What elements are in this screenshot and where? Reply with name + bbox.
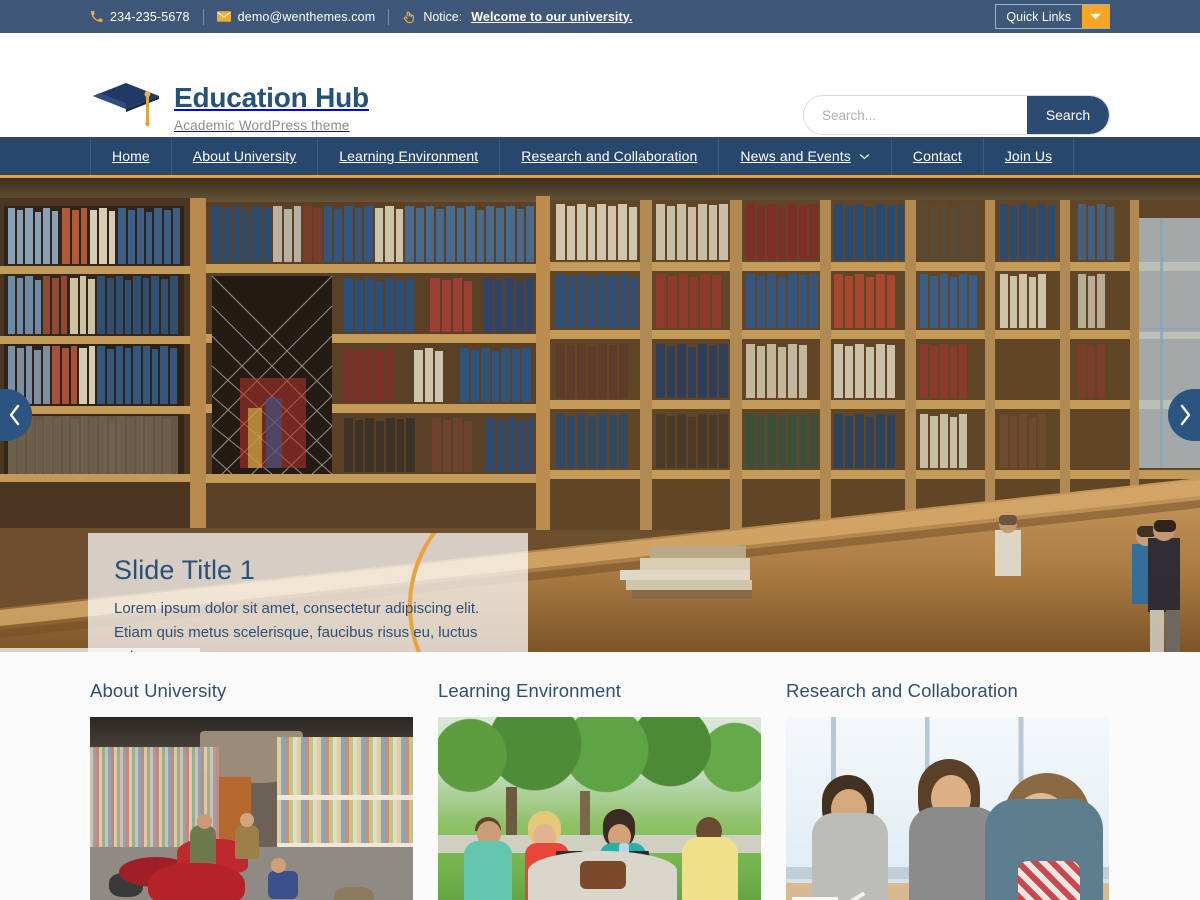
nav-item-news-and-events[interactable]: News and Events [718, 137, 890, 175]
nav-label: Join Us [1004, 148, 1053, 164]
image-part-person [267, 871, 298, 899]
nav-item-join-us[interactable]: Join Us [982, 137, 1075, 175]
image-part-trees [438, 717, 761, 813]
chevron-down-icon [859, 153, 870, 160]
main-navigation: Home About University Learning Environme… [0, 137, 1200, 178]
phone-item[interactable]: 234-235-5678 [90, 10, 190, 24]
hero-slider: Slide Title 1 Lorem ipsum dolor sit amet… [0, 178, 1200, 652]
nav-label: Contact [912, 148, 962, 164]
image-part-beanbag [148, 863, 246, 900]
image-part-bag [334, 887, 375, 900]
image-part-person-head [270, 858, 286, 873]
nav-item-about-university[interactable]: About University [170, 137, 318, 175]
feature-section: About University Learning Environment Re… [0, 652, 1200, 900]
nav-item-contact[interactable]: Contact [890, 137, 983, 175]
pointing-hand-icon [402, 10, 416, 24]
site-header: Education Hub Academic WordPress theme S… [0, 33, 1200, 137]
search-input[interactable] [804, 96, 1027, 134]
top-bar-contact-group: 234-235-5678 demo@wenthemes.com Notice: … [90, 0, 632, 33]
slide-description: Lorem ipsum dolor sit amet, consectetur … [114, 600, 480, 652]
phone-number: 234-235-5678 [110, 9, 190, 24]
divider [388, 8, 390, 25]
brand-text-block: Education Hub Academic WordPress theme [174, 79, 369, 134]
site-tagline: Academic WordPress theme [174, 118, 350, 134]
feature-title: About University [90, 680, 227, 701]
email-item[interactable]: demo@wenthemes.com [216, 9, 376, 24]
image-part-person [190, 825, 217, 865]
notice-link[interactable]: Welcome to our university. [471, 10, 632, 24]
search-button[interactable]: Search [1027, 96, 1109, 134]
image-part-student [811, 813, 888, 900]
nav-label: Learning Environment [339, 148, 479, 164]
chevron-down-icon[interactable] [1082, 5, 1109, 28]
feature-card-research-and-collaboration[interactable]: Research and Collaboration [786, 680, 1109, 900]
search-form: Search [803, 95, 1110, 135]
divider [202, 8, 204, 25]
feature-card-about-university[interactable]: About University [90, 680, 413, 900]
quick-links-dropdown[interactable]: Quick Links [995, 4, 1110, 29]
image-part-person-head [196, 814, 212, 829]
feature-card-learning-environment[interactable]: Learning Environment [438, 680, 761, 900]
nav-label: News and Events [740, 148, 851, 164]
feature-title: Research and Collaboration [786, 680, 1018, 701]
email-address: demo@wenthemes.com [237, 9, 376, 24]
slide-title: Slide Title 1 [114, 555, 255, 585]
graduation-cap-icon [90, 79, 164, 135]
notice-item: Notice: Welcome to our university. [402, 10, 632, 24]
feature-image-research-and-collaboration[interactable] [786, 717, 1109, 900]
nav-item-home[interactable]: Home [90, 137, 171, 175]
image-part-satchel [580, 861, 627, 889]
site-logo-link[interactable]: Education Hub Academic WordPress theme [90, 79, 369, 135]
phone-icon [90, 10, 103, 23]
image-part-student [682, 837, 739, 900]
feature-image-learning-environment[interactable] [438, 717, 761, 900]
image-part-person [235, 825, 260, 859]
slide-caption: Slide Title 1 Lorem ipsum dolor sit amet… [88, 533, 528, 652]
feature-image-about-university[interactable] [90, 717, 413, 900]
image-part-shelf-board [277, 795, 413, 800]
site-title: Education Hub [174, 82, 369, 113]
image-part-scarf [1017, 861, 1080, 900]
envelope-icon [216, 11, 231, 22]
nav-item-learning-environment[interactable]: Learning Environment [317, 137, 499, 175]
quick-links-label: Quick Links [1006, 9, 1071, 24]
feature-title: Learning Environment [438, 680, 621, 701]
nav-item-research-and-collaboration[interactable]: Research and Collaboration [499, 137, 718, 175]
top-bar: 234-235-5678 demo@wenthemes.com Notice: … [0, 0, 1200, 33]
nav-label: About University [192, 148, 297, 164]
nav-label: Research and Collaboration [521, 148, 698, 164]
image-part-student [463, 841, 512, 900]
nav-label: Home [112, 148, 150, 164]
notice-label: Notice: [423, 9, 463, 24]
